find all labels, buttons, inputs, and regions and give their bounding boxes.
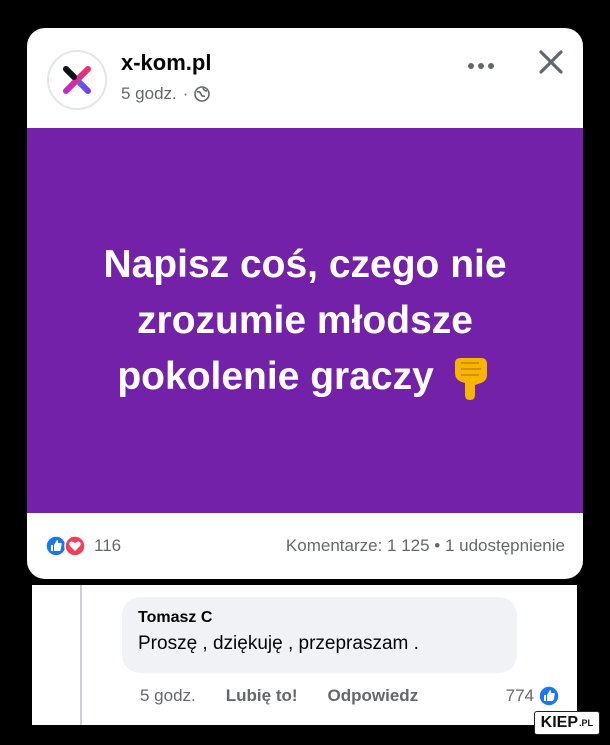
thread-line: [80, 585, 82, 725]
post-text-line: pokolenie graczy: [65, 349, 545, 405]
comment-reply-button[interactable]: Odpowiedz: [328, 686, 419, 706]
comment-text: Proszę , dziękuję , przepraszam .: [138, 633, 419, 654]
comment-bubble: Tomasz C Proszę , dziękuję , przepraszam…: [122, 597, 517, 673]
like-reaction-icon: [538, 685, 560, 707]
post-text-line: Napisz coś, czego nie: [103, 242, 507, 286]
post-meta: 5 godz. ·: [121, 84, 211, 104]
post-image[interactable]: Napisz coś, czego nie zrozumie młodsze p…: [27, 128, 583, 513]
watermark: KIEP .PL: [533, 711, 600, 735]
post-card: x-kom.pl 5 godz. · Napisz coś, czego nie…: [27, 28, 583, 579]
reaction-count: 116: [94, 536, 122, 555]
comment-author[interactable]: Tomasz C: [138, 609, 501, 627]
globe-icon: [194, 86, 211, 102]
comment-time[interactable]: 5 godz.: [140, 686, 196, 706]
comment-actions: 5 godz. Lubię to! Odpowiedz 774: [140, 683, 560, 709]
watermark-suffix: .PL: [578, 718, 593, 728]
page-name[interactable]: x-kom.pl: [121, 50, 211, 76]
stats-bar: 116 Komentarze: 1 125 • 1 udostępnienie: [27, 513, 583, 579]
comments-shares-count[interactable]: Komentarze: 1 125 • 1 udostępnienie: [286, 536, 565, 556]
watermark-label: KIEP: [540, 714, 578, 731]
post-text: Napisz coś, czego nie zrozumie młodsze p…: [65, 237, 545, 405]
close-icon[interactable]: [537, 48, 565, 76]
post-text-line: zrozumie młodsze: [137, 298, 473, 342]
post-header: x-kom.pl 5 godz. ·: [27, 28, 583, 128]
more-icon[interactable]: [467, 50, 495, 78]
comment-like-button[interactable]: Lubię to!: [226, 686, 298, 706]
post-time[interactable]: 5 godz.: [121, 84, 177, 104]
x-kom-logo-icon: [63, 66, 91, 94]
comment-like-count: 774: [505, 686, 534, 705]
comment-area: Tomasz C Proszę , dziękuję , przepraszam…: [32, 585, 577, 725]
meta-separator: ·: [182, 84, 189, 103]
comment-likes[interactable]: 774: [506, 685, 560, 707]
love-reaction-icon: [64, 535, 86, 557]
pointing-down-emoji: [454, 358, 487, 401]
reactions[interactable]: 116: [45, 535, 121, 557]
page-avatar[interactable]: [47, 50, 107, 110]
